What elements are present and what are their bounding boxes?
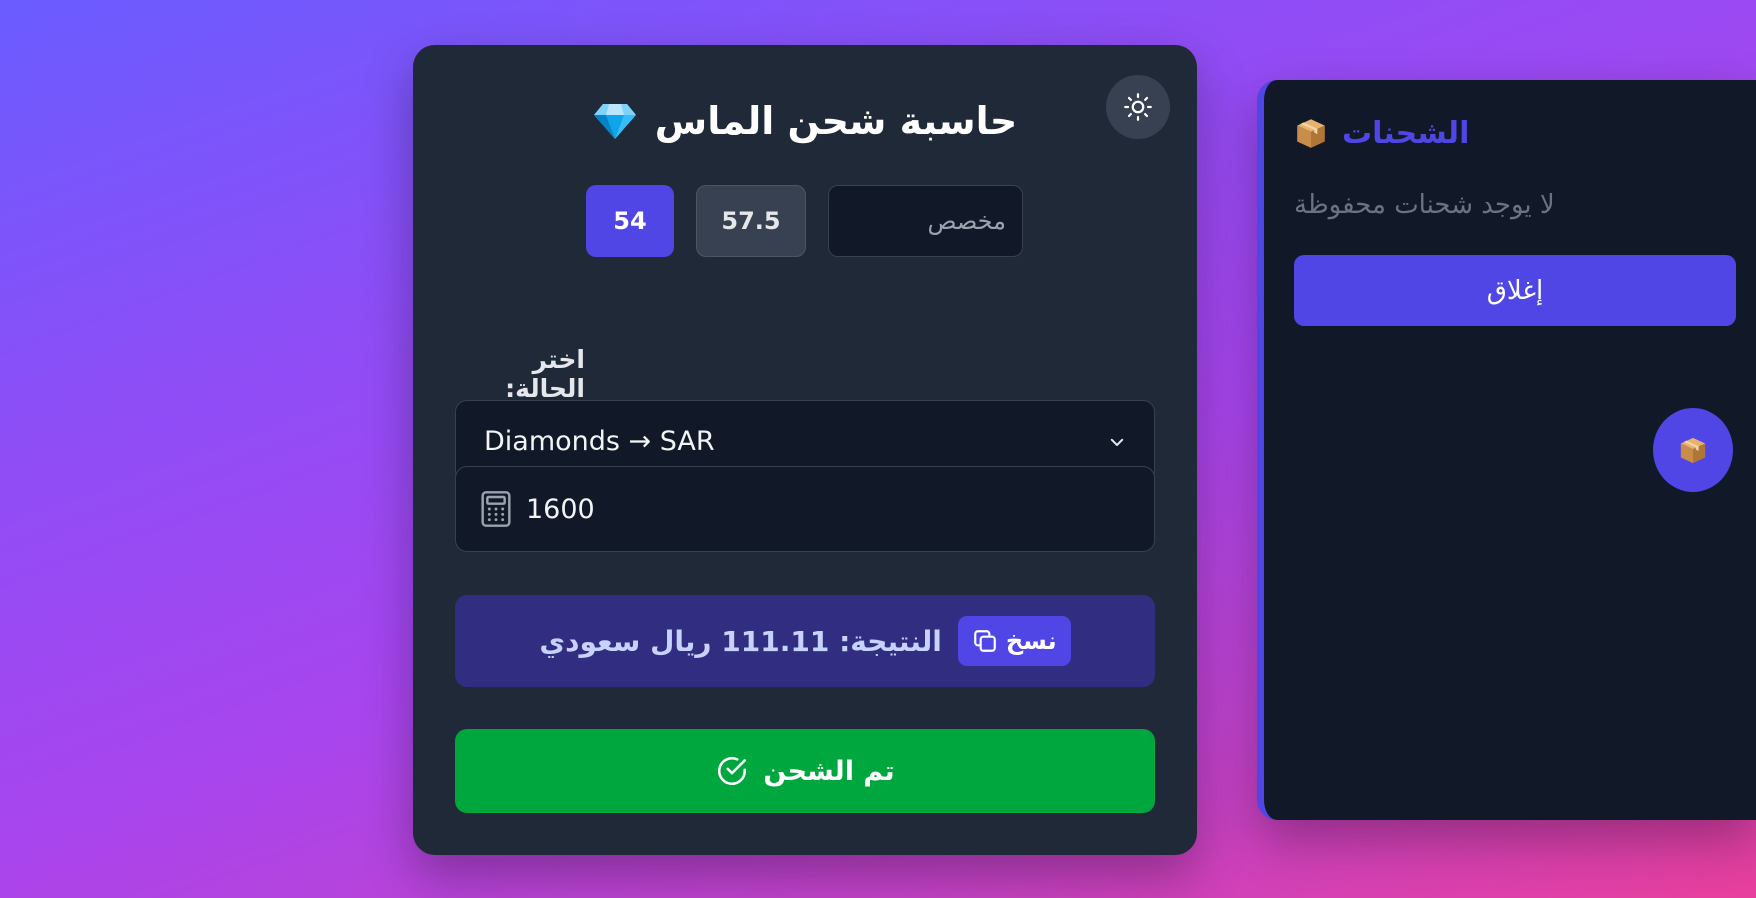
rate-54-button[interactable]: 54 <box>586 185 674 257</box>
package-icon <box>1680 437 1706 464</box>
package-icon <box>1297 119 1325 148</box>
rate-57-5-button[interactable]: 57.5 <box>696 185 806 257</box>
charge-done-button[interactable]: تم الشحن <box>455 729 1155 813</box>
close-button[interactable]: إغلاق <box>1294 255 1736 326</box>
shipments-fab-button[interactable] <box>1653 408 1733 492</box>
copy-button[interactable]: نسخ <box>957 616 1071 666</box>
result-text: النتيجة: 111.11 ريال سعودي <box>539 624 942 658</box>
shipments-title: الشحنات <box>1342 115 1470 151</box>
custom-rate-input[interactable] <box>828 185 1023 257</box>
amount-input[interactable]: 1600 <box>455 466 1155 552</box>
title-text: حاسبة شحن الماس <box>654 99 1018 143</box>
page-title: حاسبة شحن الماس <box>413 93 1197 149</box>
chevron-down-icon <box>1110 438 1124 446</box>
calculator-card: حاسبة شحن الماس 54 57.5 اختر الحالة: Dia… <box>413 45 1197 855</box>
charge-done-label: تم الشحن <box>763 755 895 787</box>
copy-button-label: نسخ <box>1005 627 1057 655</box>
diamond-icon <box>593 104 636 139</box>
result-box: نسخ النتيجة: 111.11 ريال سعودي <box>455 595 1155 687</box>
copy-icon <box>974 630 996 652</box>
shipments-empty-text: لا يوجد شحنات محفوظة <box>1294 190 1555 220</box>
calculator-icon <box>481 491 511 527</box>
amount-value: 1600 <box>526 493 595 525</box>
shipments-header: الشحنات <box>1294 108 1594 158</box>
state-label: اختر الحالة: <box>505 345 585 403</box>
state-select-value: Diamonds → SAR <box>484 426 715 457</box>
check-circle-icon <box>718 756 747 786</box>
